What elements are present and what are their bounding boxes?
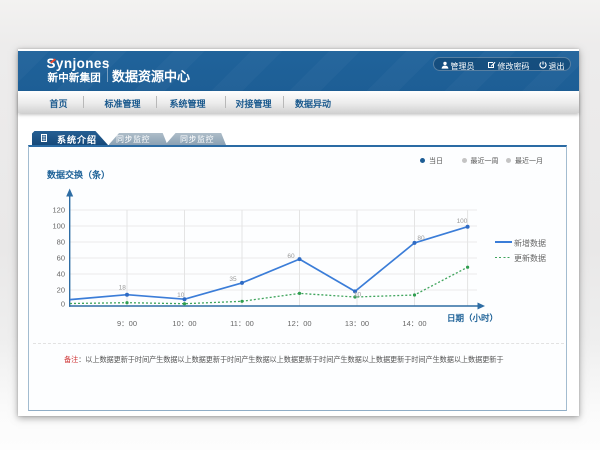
svg-text:60: 60 [57, 253, 65, 262]
svg-text:10：00: 10：00 [172, 319, 196, 328]
svg-text:80: 80 [417, 235, 425, 242]
svg-text:10: 10 [177, 292, 185, 299]
svg-text:10: 10 [354, 291, 362, 298]
svg-text:80: 80 [57, 237, 65, 246]
svg-text:18: 18 [119, 284, 127, 291]
svg-text:9：00: 9：00 [117, 319, 137, 328]
svg-text:100: 100 [457, 218, 468, 225]
svg-text:120: 120 [52, 205, 65, 214]
svg-text:20: 20 [57, 285, 65, 294]
svg-text:40: 40 [57, 269, 65, 278]
svg-text:0: 0 [61, 299, 65, 308]
svg-text:13：00: 13：00 [345, 319, 369, 328]
svg-text:100: 100 [52, 221, 65, 230]
svg-text:60: 60 [287, 252, 295, 259]
svg-text:14：00: 14：00 [402, 319, 426, 328]
svg-text:35: 35 [229, 275, 237, 282]
svg-text:12：00: 12：00 [287, 319, 311, 328]
svg-text:11：00: 11：00 [230, 319, 254, 328]
